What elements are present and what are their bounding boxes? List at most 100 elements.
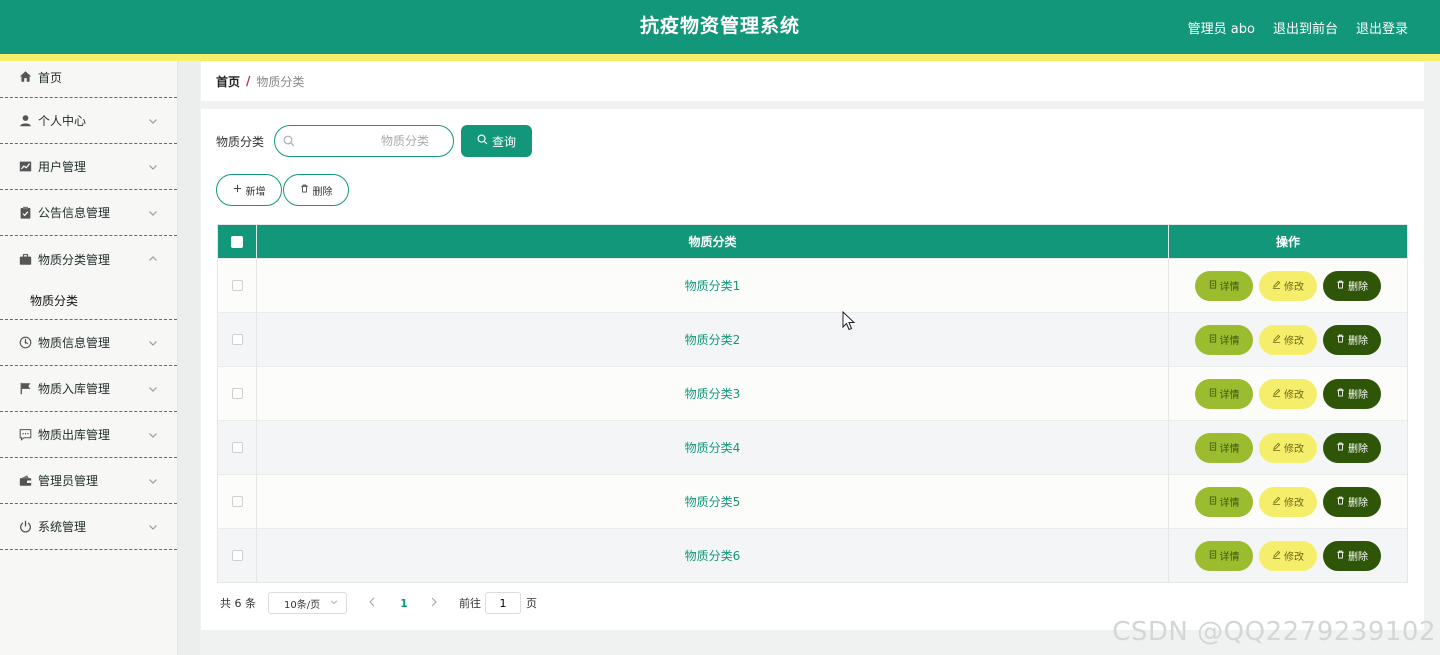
delete-button[interactable]: 删除 <box>1323 486 1381 517</box>
sidebar-item-system-management[interactable]: 系统管理 <box>0 504 177 550</box>
breadcrumb-home[interactable]: 首页 <box>216 73 240 90</box>
page-number-current[interactable]: 1 <box>399 597 409 610</box>
sidebar-item-category-management[interactable]: 物质分类管理 <box>0 236 177 282</box>
pencil-icon <box>1272 442 1281 454</box>
row-actions: 详情 修改 删除 <box>1195 270 1381 301</box>
pencil-icon <box>1272 388 1281 400</box>
plus-icon <box>233 184 242 196</box>
search-input[interactable] <box>301 126 448 156</box>
search-button-label: 查询 <box>492 134 517 149</box>
edit-label: 修改 <box>1284 390 1304 401</box>
row-actions: 详情 修改 删除 <box>1195 432 1381 463</box>
delete-button[interactable]: 删除 <box>1323 432 1381 463</box>
sidebar-item-stock-in[interactable]: 物质入库管理 <box>0 366 177 412</box>
edit-button[interactable]: 修改 <box>1259 540 1317 571</box>
detail-label: 详情 <box>1219 336 1240 347</box>
chat-icon <box>18 428 32 442</box>
row-checkbox[interactable] <box>231 496 243 507</box>
delete-button[interactable]: 删除 <box>1323 270 1381 301</box>
edit-label: 修改 <box>1284 336 1304 347</box>
row-checkbox[interactable] <box>231 388 243 399</box>
delete-label: 删除 <box>1348 552 1368 563</box>
sidebar-item-label: 系统管理 <box>38 520 87 534</box>
sidebar-item-admin-management[interactable]: 管理员管理 <box>0 458 177 504</box>
power-icon <box>18 520 32 534</box>
detail-button[interactable]: 详情 <box>1195 378 1253 409</box>
sidebar-item-material-info[interactable]: 物质信息管理 <box>0 320 177 366</box>
sidebar-item-label: 物质出库管理 <box>38 428 111 442</box>
bulk-delete-label: 删除 <box>312 186 333 198</box>
select-all-checkbox[interactable] <box>231 235 243 248</box>
edit-label: 修改 <box>1284 498 1304 509</box>
detail-button[interactable]: 详情 <box>1195 324 1253 355</box>
next-page-button[interactable] <box>429 597 439 610</box>
goto-label: 前往 <box>459 597 481 610</box>
pencil-icon <box>1272 496 1281 508</box>
logout-link[interactable]: 退出登录 <box>1356 18 1408 37</box>
sidebar: 首页 个人中心 用户管理 公告信息管理 物质分类管理 物质分类 物质信息管理 物… <box>0 61 178 655</box>
chevron-up-icon <box>147 253 159 265</box>
detail-button[interactable]: 详情 <box>1195 540 1253 571</box>
watermark: CSDN @QQ2279239102 <box>1112 617 1436 647</box>
edit-label: 修改 <box>1284 552 1304 563</box>
chevron-down-icon <box>147 337 159 349</box>
back-to-front-link[interactable]: 退出到前台 <box>1273 18 1338 37</box>
search-button[interactable]: 查询 <box>461 125 533 157</box>
row-actions: 详情 修改 删除 <box>1195 378 1381 409</box>
table-row: 物质分类5 详情 修改 删除 <box>218 474 1407 528</box>
sidebar-item-home[interactable]: 首页 <box>0 61 177 98</box>
row-actions: 详情 修改 删除 <box>1195 540 1381 571</box>
detail-label: 详情 <box>1219 444 1240 455</box>
row-checkbox[interactable] <box>231 334 243 345</box>
detail-button[interactable]: 详情 <box>1195 486 1253 517</box>
goto-page-input[interactable] <box>485 592 521 614</box>
pagination: 共 6 条 10条/页 1 前往 页 <box>220 592 537 614</box>
clipboard-icon <box>18 206 32 220</box>
edit-label: 修改 <box>1284 282 1304 293</box>
edit-button[interactable]: 修改 <box>1259 378 1317 409</box>
table-row: 物质分类6 详情 修改 删除 <box>218 528 1407 582</box>
sidebar-item-label: 物质分类管理 <box>38 252 111 267</box>
sidebar-subitem-category[interactable]: 物质分类 <box>0 282 177 320</box>
delete-button[interactable]: 删除 <box>1323 378 1381 409</box>
table-row: 物质分类3 详情 修改 删除 <box>218 366 1407 420</box>
edit-button[interactable]: 修改 <box>1259 324 1317 355</box>
edit-button[interactable]: 修改 <box>1259 432 1317 463</box>
sidebar-item-label: 公告信息管理 <box>38 206 111 220</box>
delete-button[interactable]: 删除 <box>1323 540 1381 571</box>
document-icon <box>1209 333 1217 346</box>
page-size-value: 10条/页 <box>284 599 321 611</box>
breadcrumb: 首页 / 物质分类 <box>201 61 1424 101</box>
search-icon <box>477 134 488 148</box>
edit-label: 修改 <box>1284 444 1304 455</box>
edit-button[interactable]: 修改 <box>1259 270 1317 301</box>
delete-label: 删除 <box>1348 282 1368 293</box>
sidebar-item-personal-center[interactable]: 个人中心 <box>0 98 177 144</box>
sidebar-item-label: 个人中心 <box>38 114 87 128</box>
table-row: 物质分类2 详情 修改 删除 <box>218 312 1407 366</box>
sidebar-item-label: 物质信息管理 <box>38 336 111 350</box>
add-button-label: 新增 <box>245 186 266 198</box>
row-checkbox[interactable] <box>231 442 243 453</box>
row-checkbox[interactable] <box>231 280 243 291</box>
row-category-name: 物质分类5 <box>257 475 1169 528</box>
sidebar-item-user-management[interactable]: 用户管理 <box>0 144 177 190</box>
page-suffix: 页 <box>526 597 537 610</box>
user-icon <box>18 114 32 128</box>
detail-button[interactable]: 详情 <box>1195 270 1253 301</box>
sidebar-item-notice-management[interactable]: 公告信息管理 <box>0 190 177 236</box>
trash-icon <box>1336 334 1345 346</box>
bulk-delete-button[interactable]: 删除 <box>283 174 349 206</box>
sidebar-item-stock-out[interactable]: 物质出库管理 <box>0 412 177 458</box>
trash-icon <box>1336 388 1345 400</box>
delete-button[interactable]: 删除 <box>1323 324 1381 355</box>
add-button[interactable]: 新增 <box>216 174 282 206</box>
chevron-down-icon <box>330 598 338 608</box>
prev-page-button[interactable] <box>367 597 377 610</box>
detail-button[interactable]: 详情 <box>1195 432 1253 463</box>
row-checkbox[interactable] <box>231 550 243 561</box>
edit-button[interactable]: 修改 <box>1259 486 1317 517</box>
row-category-name: 物质分类4 <box>257 421 1169 474</box>
column-header-actions: 操作 <box>1275 235 1300 249</box>
page-size-select[interactable]: 10条/页 <box>268 592 347 614</box>
